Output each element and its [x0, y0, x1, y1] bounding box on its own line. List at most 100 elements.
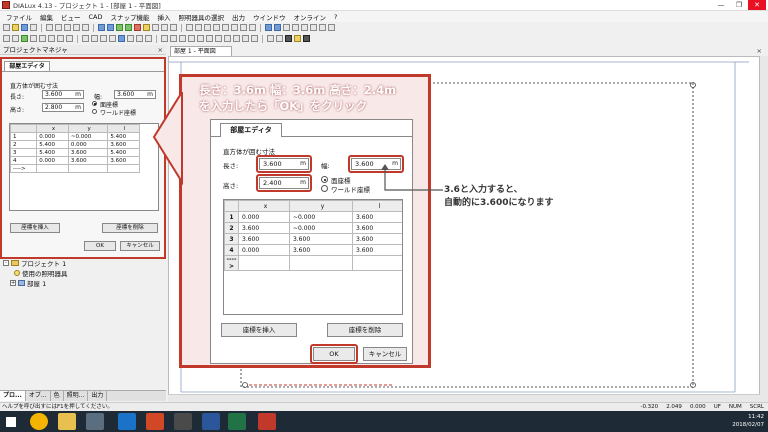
cell-l[interactable]: 3.600 — [352, 211, 402, 223]
calc-point-icon[interactable] — [233, 35, 240, 42]
radio-world-coordinates[interactable] — [321, 185, 328, 192]
luminaire-icon[interactable] — [143, 24, 150, 31]
cell-x[interactable]: 3.600 — [238, 222, 290, 234]
rotate-icon[interactable] — [21, 35, 28, 42]
tab-room-editor[interactable]: 部屋エディタ — [220, 123, 282, 137]
redo-icon[interactable] — [82, 24, 89, 31]
point-icon[interactable] — [161, 35, 168, 42]
tab-objects[interactable]: オブ... — [26, 391, 51, 401]
layer-icon[interactable] — [310, 24, 317, 31]
menu-file[interactable]: ファイル — [2, 12, 36, 22]
taskbar-app-icon[interactable] — [86, 413, 104, 430]
view-raytrace-icon[interactable] — [249, 24, 256, 31]
menu-help[interactable]: ? — [330, 13, 341, 21]
view-color-icon[interactable] — [240, 24, 247, 31]
cancel-button[interactable]: キャンセル — [120, 241, 160, 251]
orbit-icon[interactable] — [118, 35, 125, 42]
tree-item-luminaires[interactable]: 使用の照明器具 — [14, 268, 68, 278]
insert-coordinate-button[interactable]: 座標を挿入 — [221, 323, 297, 337]
select-icon[interactable] — [3, 35, 10, 42]
menu-cad[interactable]: CAD — [85, 13, 107, 21]
table-row[interactable]: 2 5.400 0.000 3.600 — [9, 140, 140, 149]
tab-room-editor[interactable]: 部屋エディタ — [4, 61, 50, 71]
circle-icon[interactable] — [197, 35, 204, 42]
open-icon[interactable] — [12, 24, 19, 31]
cell-x[interactable] — [238, 255, 290, 271]
taskbar-app-icon[interactable] — [174, 413, 192, 430]
cell-y[interactable]: ~0.000 — [288, 211, 354, 223]
text-icon[interactable] — [328, 24, 335, 31]
dialux-taskbar-icon[interactable] — [258, 413, 276, 430]
cell-l[interactable]: 3.600 — [107, 156, 140, 165]
print-icon[interactable] — [30, 24, 37, 31]
powerpoint-icon[interactable] — [146, 413, 164, 430]
menu-view[interactable]: ビュー — [57, 12, 85, 22]
sun-icon[interactable] — [294, 35, 301, 42]
table-row[interactable]: 1 0.000 ~0.000 5.400 — [9, 132, 140, 141]
cell-y[interactable]: ~0.000 — [67, 132, 109, 141]
scale-icon[interactable] — [30, 35, 37, 42]
paste-icon[interactable] — [64, 24, 71, 31]
close-icon[interactable]: × — [757, 47, 762, 55]
menu-online[interactable]: オンライン — [290, 12, 331, 22]
move-icon[interactable] — [12, 35, 19, 42]
horizontal-scrollbar[interactable] — [168, 394, 760, 402]
cell-l[interactable] — [107, 164, 140, 173]
tab-room-plan[interactable]: 部屋 1 - 平面図 — [170, 46, 232, 56]
ok-button[interactable]: OK — [84, 241, 116, 251]
street-icon[interactable] — [125, 24, 132, 31]
insert-coordinate-button[interactable]: 座標を挿入 — [10, 223, 60, 233]
cell-x[interactable]: 3.600 — [238, 233, 290, 245]
walk-icon[interactable] — [127, 35, 134, 42]
window-icon[interactable] — [161, 24, 168, 31]
table-row[interactable]: 3 3.600 3.600 3.600 — [224, 233, 402, 245]
cell-l[interactable] — [352, 255, 402, 271]
calculate-icon[interactable] — [134, 24, 141, 31]
table-row[interactable]: 2 3.600 ~0.000 3.600 — [224, 222, 402, 234]
table-row[interactable]: 3 5.400 3.600 5.400 — [9, 148, 140, 157]
door-icon[interactable] — [170, 24, 177, 31]
settings-icon[interactable] — [303, 35, 310, 42]
table-row[interactable]: 4 0.000 3.600 3.600 — [9, 156, 140, 165]
word-icon[interactable] — [202, 413, 220, 430]
isoline-icon[interactable] — [242, 35, 249, 42]
cell-x[interactable]: 5.400 — [36, 140, 69, 149]
tab-project[interactable]: プロ... — [0, 391, 26, 401]
cell-x[interactable] — [36, 164, 69, 173]
furniture-icon[interactable] — [152, 24, 159, 31]
arc-icon[interactable] — [206, 35, 213, 42]
cell-x[interactable]: 0.000 — [36, 156, 69, 165]
cell-x[interactable]: 0.000 — [238, 244, 290, 256]
calc-surface-icon[interactable] — [224, 35, 231, 42]
cell-x[interactable]: 0.000 — [238, 211, 290, 223]
zoom-in-icon[interactable] — [82, 35, 89, 42]
cell-l[interactable]: 3.600 — [107, 140, 140, 149]
pan-icon[interactable] — [109, 35, 116, 42]
vertical-scrollbar[interactable] — [760, 56, 768, 402]
view-texture-icon[interactable] — [231, 24, 238, 31]
guide-icon[interactable] — [319, 24, 326, 31]
view-3d-icon[interactable] — [186, 24, 193, 31]
view-wire-icon[interactable] — [222, 24, 229, 31]
view-side-icon[interactable] — [213, 24, 220, 31]
close-button[interactable]: ✕ — [748, 0, 766, 10]
pen-icon[interactable] — [267, 35, 274, 42]
false-color-icon[interactable] — [251, 35, 258, 42]
pipette-icon[interactable] — [285, 35, 292, 42]
align-icon[interactable] — [48, 35, 55, 42]
table-row[interactable]: 4 0.000 3.600 3.600 — [224, 244, 402, 256]
radio-world-coordinates[interactable] — [92, 109, 97, 114]
cancel-button[interactable]: キャンセル — [363, 347, 407, 361]
cell-l[interactable]: 3.600 — [352, 244, 402, 256]
cell-y[interactable]: 3.600 — [67, 156, 109, 165]
length-input[interactable]: 3.600 m — [42, 90, 84, 99]
tab-output[interactable]: 出力 — [88, 391, 108, 401]
menu-luminaire-selection[interactable]: 照明器具の選択 — [175, 12, 229, 22]
measure-icon[interactable] — [292, 24, 299, 31]
group-icon[interactable] — [57, 35, 64, 42]
dialux-wizard-icon[interactable] — [107, 24, 114, 31]
menu-insert[interactable]: 挿入 — [154, 12, 175, 22]
cell-y[interactable] — [288, 255, 354, 271]
fly-icon[interactable] — [136, 35, 143, 42]
cell-y[interactable]: 3.600 — [288, 233, 354, 245]
